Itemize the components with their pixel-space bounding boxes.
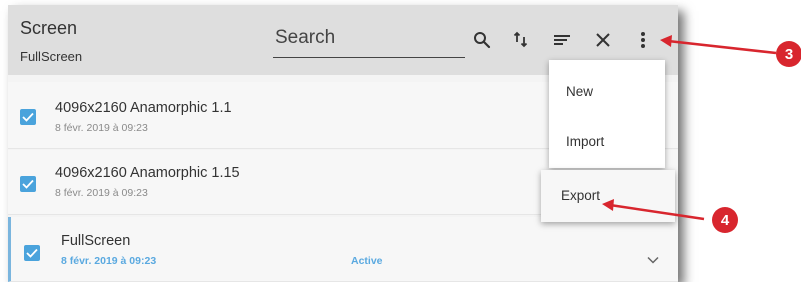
callout-arrow-4 — [609, 203, 705, 221]
callout-badge-3: 3 — [776, 41, 801, 67]
callout-arrow-3 — [667, 39, 777, 55]
arrowhead-4 — [602, 199, 614, 211]
arrowhead-3 — [660, 35, 672, 47]
callout-badge-4: 4 — [712, 207, 738, 233]
callout-arrows — [602, 35, 777, 221]
